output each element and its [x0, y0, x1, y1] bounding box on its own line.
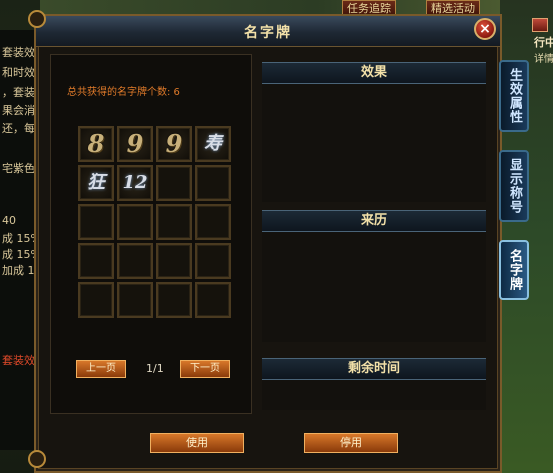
empty-slot[interactable] [117, 204, 153, 240]
empty-slot[interactable] [195, 204, 231, 240]
empty-slot[interactable] [156, 165, 192, 201]
corner-ornament [28, 10, 46, 28]
empty-slot[interactable] [117, 282, 153, 318]
empty-slot[interactable] [78, 243, 114, 279]
effect-section-header: 效果 [262, 62, 486, 84]
close-button[interactable]: × [474, 18, 496, 40]
bg-text: 果会消 [2, 104, 35, 117]
bg-text: 宅紫色 [2, 162, 35, 175]
name-plate-glyph: 寿 [204, 133, 222, 154]
bg-text: ，套装 [2, 86, 35, 99]
name-plate-slot[interactable]: 9 [117, 126, 153, 162]
name-plate-slot[interactable]: 12 [117, 165, 153, 201]
empty-slot[interactable] [78, 282, 114, 318]
corner-ornament [28, 450, 46, 468]
prev-page-button[interactable]: 上一页 [76, 360, 126, 378]
dialog-title-bar[interactable]: 名字牌 × [36, 16, 500, 47]
origin-section-header: 来历 [262, 210, 486, 232]
page-indicator: 1/1 [146, 362, 164, 375]
use-button[interactable]: 使用 [150, 433, 244, 453]
bg-text: 还，每 [2, 122, 35, 135]
bg-text: 和时效 [2, 66, 35, 79]
name-plate-glyph: 狂 [87, 172, 105, 193]
hud-status-text: 行中 [534, 36, 553, 49]
empty-slot[interactable] [156, 243, 192, 279]
time-left-section-body [262, 380, 486, 410]
name-plate-slot[interactable]: 9 [156, 126, 192, 162]
tab-display-title[interactable]: 显示称号 [499, 150, 529, 222]
minimize-button[interactable] [532, 18, 548, 32]
name-plate-glyph: 12 [122, 172, 148, 193]
name-plate-dialog: 名字牌 × 总共获得的名字牌个数: 6 8 9 9 寿 狂 12 上一页 1/1… [28, 10, 502, 473]
empty-slot[interactable] [195, 282, 231, 318]
bg-text: 40 [2, 214, 16, 227]
tab-name-plate[interactable]: 名字牌 [499, 240, 529, 300]
empty-slot[interactable] [195, 243, 231, 279]
tab-active-attributes[interactable]: 生效属性 [499, 60, 529, 132]
plate-count-label: 总共获得的名字牌个数: 6 [67, 87, 180, 98]
hud-detail-text[interactable]: 详情 [534, 50, 553, 65]
empty-slot[interactable] [195, 165, 231, 201]
name-plate-glyph: 9 [165, 129, 183, 158]
effect-section-body [262, 84, 486, 202]
name-plate-grid: 8 9 9 寿 狂 12 [78, 126, 234, 318]
name-plate-glyph: 9 [126, 129, 144, 158]
empty-slot[interactable] [156, 282, 192, 318]
next-page-button[interactable]: 下一页 [180, 360, 230, 378]
bg-text: 套装效 [2, 46, 35, 59]
name-plate-glyph: 8 [87, 129, 105, 158]
bg-text: 加成 1 [2, 264, 35, 277]
name-plate-slot[interactable]: 8 [78, 126, 114, 162]
time-left-section-header: 剩余时间 [262, 358, 486, 380]
pager: 上一页 1/1 下一页 [76, 360, 276, 380]
empty-slot[interactable] [156, 204, 192, 240]
empty-slot[interactable] [117, 243, 153, 279]
stop-use-button[interactable]: 停用 [304, 433, 398, 453]
plate-details-pane: 效果 来历 剩余时间 [262, 54, 488, 412]
name-plate-slot[interactable]: 寿 [195, 126, 231, 162]
name-plate-slot[interactable]: 狂 [78, 165, 114, 201]
bg-text: 套装效 [2, 354, 35, 367]
empty-slot[interactable] [78, 204, 114, 240]
origin-section-body [262, 232, 486, 342]
dialog-title: 名字牌 [244, 25, 292, 41]
